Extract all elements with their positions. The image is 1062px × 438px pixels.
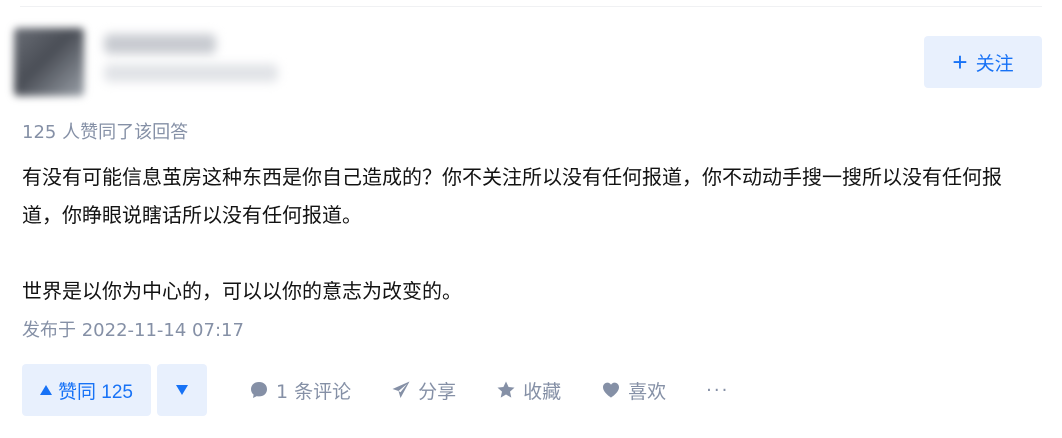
answer-card: + 关注 125 人赞同了该回答 有没有可能信息茧房这种东西是你自己造成的？你不…	[0, 0, 1062, 438]
author-bio-redacted	[104, 64, 278, 82]
publish-time[interactable]: 发布于 2022-11-14 07:17	[22, 316, 244, 342]
comment-label: 1 条评论	[275, 380, 352, 403]
answer-paragraph: 世界是以你为中心的，可以以你的意志为改变的。	[22, 279, 462, 303]
paper-plane-icon	[392, 381, 410, 398]
answer-content: 有没有可能信息茧房这种东西是你自己造成的？你不关注所以没有任何报道，你不动动手搜…	[22, 158, 1032, 310]
vote-down-button[interactable]	[156, 364, 207, 416]
follow-button-label: 关注	[975, 53, 1014, 75]
author-name-redacted[interactable]	[104, 34, 216, 54]
triangle-up-icon	[40, 385, 52, 395]
comment-bubble-icon	[250, 382, 267, 398]
top-divider	[20, 6, 1042, 7]
follow-button[interactable]: + 关注	[924, 36, 1042, 88]
liked-by-text: 125 人赞同了该回答	[22, 122, 189, 143]
star-icon	[497, 381, 515, 398]
action-bar: 赞同 125 1 条评论 分享 收藏 喜欢 ···	[22, 364, 729, 416]
author-avatar[interactable]	[14, 28, 84, 96]
ellipsis-icon: ···	[706, 379, 730, 401]
more-options-button[interactable]: ···	[706, 380, 729, 401]
share-button[interactable]: 分享	[391, 377, 456, 404]
share-label: 分享	[418, 380, 457, 403]
like-button[interactable]: 喜欢	[601, 377, 666, 404]
favorite-label: 收藏	[523, 380, 562, 403]
heart-icon	[603, 382, 620, 398]
like-label: 喜欢	[628, 380, 667, 403]
plus-icon: +	[952, 47, 968, 77]
answer-paragraph: 有没有可能信息茧房这种东西是你自己造成的？你不关注所以没有任何报道，你不动动手搜…	[22, 165, 1002, 227]
triangle-down-icon	[175, 385, 188, 395]
comment-button[interactable]: 1 条评论	[249, 377, 351, 404]
vote-up-button[interactable]: 赞同 125	[22, 364, 151, 416]
vote-up-label: 赞同 125	[58, 381, 133, 403]
favorite-button[interactable]: 收藏	[496, 377, 561, 404]
